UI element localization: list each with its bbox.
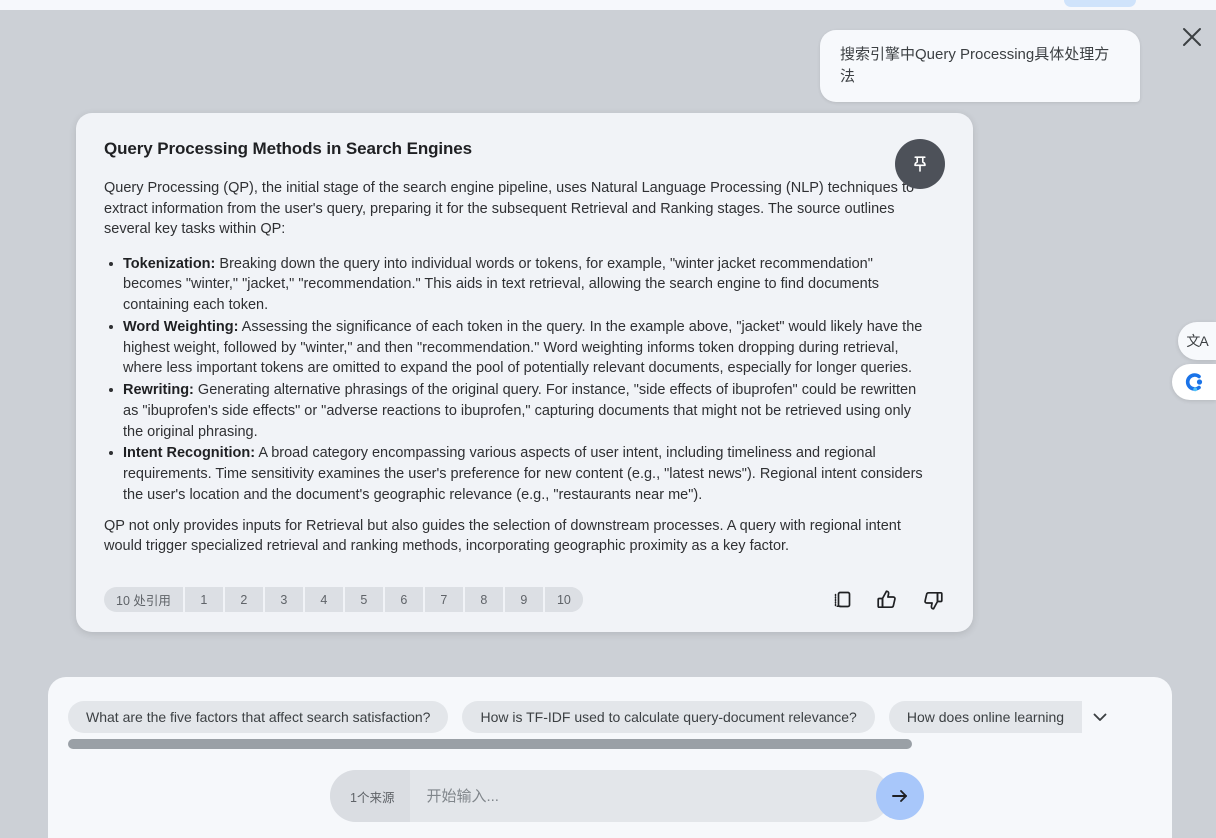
chevron-down-icon[interactable] (1086, 703, 1114, 731)
pushpin-icon[interactable] (895, 139, 945, 189)
citations-count-label[interactable]: 10 处引用 (104, 587, 183, 612)
message-input-bar: 1个来源 (330, 770, 890, 822)
citation-chip-4[interactable]: 4 (302, 587, 343, 612)
top-strip (0, 0, 1216, 10)
outro-paragraph: QP not only provides inputs for Retrieva… (104, 517, 901, 555)
card-actions (831, 588, 945, 612)
suggestion-chips-row: What are the five factors that affect se… (68, 701, 1130, 733)
copy-icon[interactable] (831, 589, 853, 611)
user-message-text: 搜索引擎中Query Processing具体处理方法 (840, 46, 1110, 85)
citation-chip-7[interactable]: 7 (422, 587, 463, 612)
list-item-term: Tokenization: (123, 255, 216, 272)
list-item-body: Generating alternative phrasings of the … (123, 382, 917, 440)
message-input[interactable] (410, 770, 890, 822)
send-button[interactable] (876, 772, 924, 820)
citation-chip-1[interactable]: 1 (182, 587, 223, 612)
citation-chip-8[interactable]: 8 (462, 587, 503, 612)
translate-icon[interactable]: 文A (1178, 322, 1216, 360)
close-icon[interactable] (1178, 23, 1206, 51)
translate-glyph: 文A (1186, 333, 1208, 349)
list-item-term: Word Weighting: (123, 318, 239, 335)
list-item-body: Breaking down the query into individual … (123, 255, 879, 314)
citation-chip-2[interactable]: 2 (222, 587, 263, 612)
suggestion-chip-1[interactable]: What are the five factors that affect se… (68, 701, 449, 733)
source-count-chip[interactable]: 1个来源 (330, 770, 411, 822)
intro-paragraph: Query Processing (QP), the initial stage… (104, 180, 915, 238)
list-item-term: Rewriting: (123, 382, 194, 399)
list-item: Word Weighting: Assessing the significan… (104, 317, 934, 379)
thumbs-down-icon[interactable] (921, 588, 945, 612)
citation-chip-10[interactable]: 10 (542, 587, 583, 612)
user-message-bubble: 搜索引擎中Query Processing具体处理方法 (820, 30, 1140, 102)
citations-group: 10 处引用 1 2 3 4 5 6 7 8 9 10 (104, 587, 583, 612)
list-item-body: Assessing the significance of each token… (123, 318, 923, 377)
top-pill-indicator (1064, 0, 1136, 7)
list-item: Intent Recognition: A broad category enc… (104, 443, 934, 505)
citation-chip-9[interactable]: 9 (502, 587, 543, 612)
citation-chip-5[interactable]: 5 (342, 587, 383, 612)
assistant-logo-icon[interactable] (1172, 364, 1216, 400)
citation-chip-3[interactable]: 3 (262, 587, 303, 612)
list-item-term: Intent Recognition: (123, 445, 256, 462)
suggestions-scrollbar-thumb[interactable] (68, 739, 912, 749)
citation-chip-6[interactable]: 6 (382, 587, 423, 612)
card-footer: 10 处引用 1 2 3 4 5 6 7 8 9 10 (104, 587, 945, 612)
suggestion-chip-2[interactable]: How is TF-IDF used to calculate query-do… (462, 701, 875, 733)
page-title: Query Processing Methods in Search Engin… (104, 139, 473, 158)
thumbs-up-icon[interactable] (875, 588, 899, 612)
list-item: Tokenization: Breaking down the query in… (104, 254, 934, 316)
suggestion-chip-3[interactable]: How does online learning (888, 701, 1083, 733)
suggestions-scrollbar[interactable] (68, 739, 1130, 749)
list-item: Rewriting: Generating alternative phrasi… (104, 380, 934, 442)
key-tasks-list: Tokenization: Breaking down the query in… (104, 254, 945, 506)
answer-card: Query Processing Methods in Search Engin… (76, 113, 973, 632)
composer-panel: What are the five factors that affect se… (48, 677, 1172, 838)
